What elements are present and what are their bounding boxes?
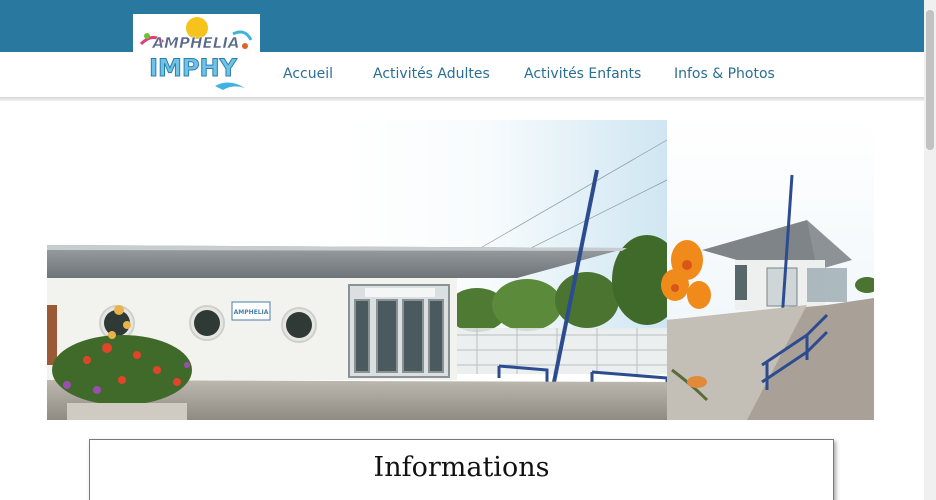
logo-text-top: AMPHELIA	[151, 34, 239, 52]
scrollbar-thumb[interactable]	[926, 10, 934, 150]
building-sign-text: AMPHELIA	[234, 309, 269, 316]
hero-banner-image: AMPHELIA	[47, 120, 874, 420]
information-panel: Informations	[89, 439, 834, 500]
nav-item-activites-enfants[interactable]: Activités Enfants	[524, 66, 641, 82]
nav-item-accueil[interactable]: Accueil	[283, 66, 333, 82]
site-logo[interactable]: AMPHELIA IMPHY	[133, 14, 260, 94]
vertical-scrollbar[interactable]	[924, 0, 936, 500]
nav-divider	[0, 97, 924, 101]
nav-item-activites-adultes[interactable]: Activités Adultes	[373, 66, 490, 82]
information-heading: Informations	[373, 452, 550, 483]
hero-photo: AMPHELIA	[47, 120, 874, 420]
nav-item-infos-photos[interactable]: Infos & Photos	[674, 66, 775, 82]
logo-graphic: AMPHELIA IMPHY	[139, 17, 253, 90]
logo-text-bottom: IMPHY	[149, 54, 237, 82]
